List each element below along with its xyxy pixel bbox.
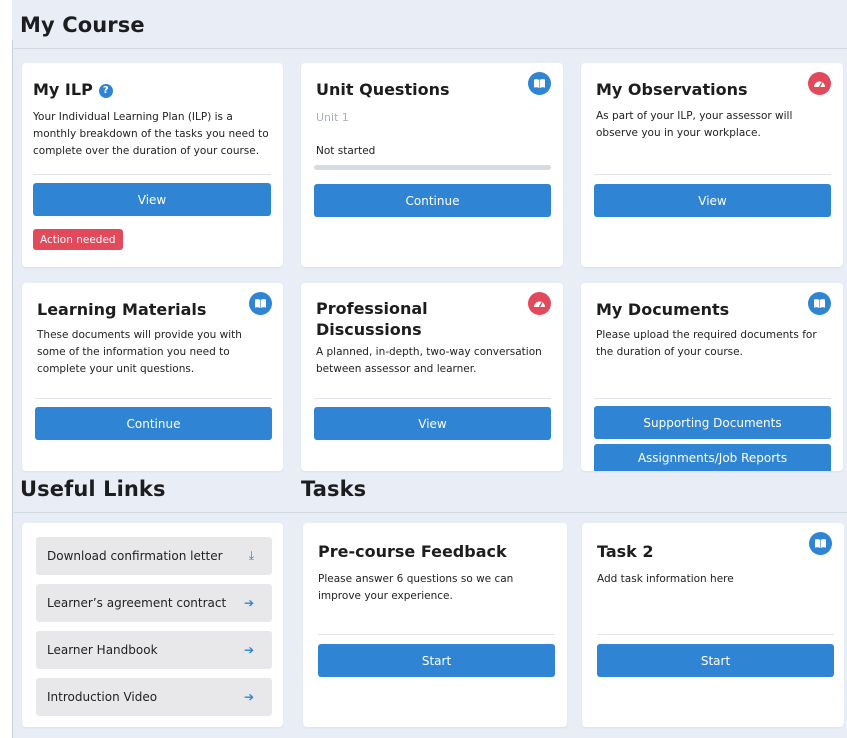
card-precourse-feedback: Pre-course Feedback Please answer 6 ques… — [303, 523, 567, 727]
card-title: My ILP? — [33, 79, 113, 101]
card-my-observations: My Observations As part of your ILP, you… — [581, 63, 843, 267]
view-button[interactable]: View — [33, 183, 271, 216]
download-icon: ⤓ — [248, 548, 254, 563]
start-button[interactable]: Start — [597, 644, 834, 677]
arrow-right-icon: ➔ — [243, 596, 254, 610]
help-icon[interactable]: ? — [98, 84, 113, 98]
assignments-job-reports-button[interactable]: Assignments/Job Reports — [594, 444, 831, 471]
unit-label: Unit 1 — [316, 111, 349, 124]
card-task-2: Task 2 Add task information here Start — [582, 523, 844, 727]
card-description: Please answer 6 questions so we can impr… — [318, 573, 514, 602]
section-divider — [14, 512, 847, 513]
divider — [594, 398, 831, 399]
link-learners-agreement-contract[interactable]: Learner’s agreement contract ➔ — [36, 584, 272, 622]
card-title-line-1: Professional — [316, 299, 428, 318]
card-my-documents: My Documents Please upload the required … — [581, 283, 843, 471]
divider — [594, 174, 831, 175]
card-title: My Documents — [596, 300, 730, 319]
view-button[interactable]: View — [594, 184, 831, 217]
card-title-text: My ILP — [33, 80, 93, 99]
card-description: These documents will provide you with so… — [37, 329, 242, 375]
link-label: Learner Handbook — [47, 643, 158, 657]
supporting-documents-button[interactable]: Supporting Documents — [594, 406, 831, 439]
book-icon — [808, 292, 831, 315]
link-download-confirmation-letter[interactable]: Download confirmation letter ⤓ — [36, 537, 272, 575]
continue-button[interactable]: Continue — [35, 407, 272, 440]
divider — [314, 398, 551, 399]
card-description: Add task information here — [597, 573, 734, 585]
start-button[interactable]: Start — [318, 644, 555, 677]
section-title-my-course: My Course — [20, 13, 145, 37]
link-label: Learner’s agreement contract — [47, 596, 227, 610]
book-icon — [249, 292, 272, 315]
gauge-icon — [808, 72, 831, 95]
section-title-tasks: Tasks — [301, 477, 367, 501]
view-button[interactable]: View — [314, 407, 551, 440]
card-description: Please upload the required documents for… — [596, 329, 817, 358]
section-divider — [14, 48, 847, 49]
arrow-right-icon: ➔ — [243, 690, 254, 704]
card-title: Unit Questions — [316, 80, 450, 99]
link-introduction-video[interactable]: Introduction Video ➔ — [36, 678, 272, 716]
card-title: Pre-course Feedback — [318, 542, 507, 561]
card-my-ilp: My ILP? Your Individual Learning Plan (I… — [22, 63, 283, 267]
card-description: As part of your ILP, your assessor will … — [596, 110, 793, 139]
card-unit-questions: Unit Questions Unit 1 Not started Contin… — [301, 63, 563, 267]
divider — [33, 174, 271, 175]
card-description: Your Individual Learning Plan (ILP) is a… — [33, 111, 269, 157]
arrow-right-icon: ➔ — [243, 643, 254, 657]
card-title: Task 2 — [597, 542, 654, 561]
link-label: Download confirmation letter — [47, 549, 223, 563]
card-learning-materials: Learning Materials These documents will … — [22, 283, 283, 471]
status-text: Not started — [316, 145, 376, 157]
continue-button[interactable]: Continue — [314, 184, 551, 217]
link-label: Introduction Video — [47, 690, 158, 704]
section-title-useful-links: Useful Links — [20, 477, 166, 501]
divider — [318, 634, 555, 635]
left-border — [12, 40, 13, 738]
gauge-icon — [528, 292, 551, 315]
card-title-line-2: Discussions — [316, 320, 422, 339]
link-learner-handbook[interactable]: Learner Handbook ➔ — [36, 631, 272, 669]
card-title: Learning Materials — [37, 300, 207, 319]
action-needed-badge: Action needed — [33, 229, 123, 250]
divider — [597, 634, 834, 635]
book-icon — [528, 72, 551, 95]
book-icon — [809, 532, 832, 555]
divider — [35, 398, 272, 399]
progress-bar — [314, 165, 551, 170]
card-description: A planned, in-depth, two-way conversatio… — [316, 346, 542, 375]
card-professional-discussions: Professional Discussions A planned, in-d… — [301, 283, 563, 471]
card-title: My Observations — [596, 80, 748, 99]
